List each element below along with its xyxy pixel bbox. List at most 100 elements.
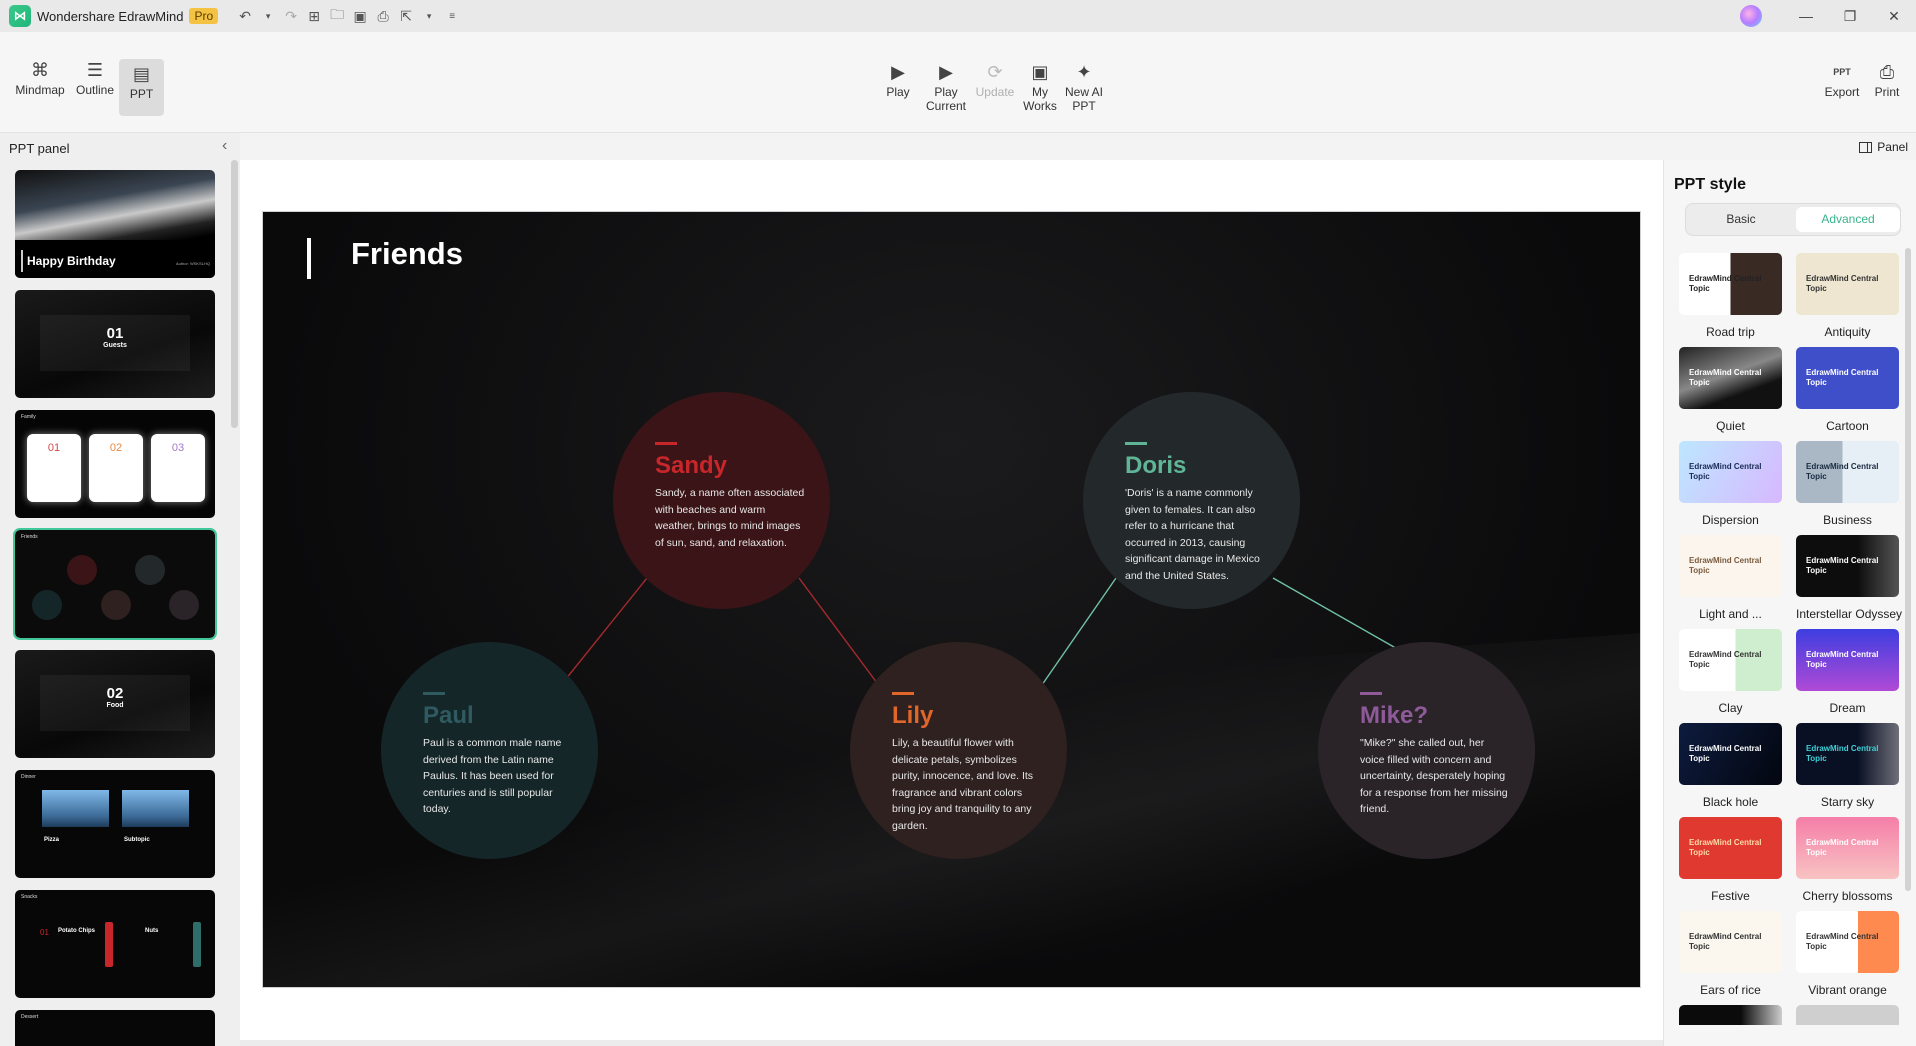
ppt-panel-scrollbar[interactable]: [231, 160, 238, 428]
outline-view-button[interactable]: ☰ Outline: [72, 59, 118, 97]
style-card[interactable]: EdrawMind Central Topic Cartoon: [1796, 347, 1899, 433]
node-name: Lily: [892, 702, 934, 729]
undo-dropdown-icon[interactable]: ▾: [261, 11, 275, 22]
new-ai-ppt-icon: ✦: [1076, 62, 1092, 82]
slide-thumbnail-selected[interactable]: Friends: [13, 528, 217, 640]
restore-button[interactable]: ❐: [1828, 0, 1872, 32]
style-label: Interstellar Odyssey: [1796, 607, 1903, 621]
play-icon: ▶: [891, 62, 905, 82]
mindmap-view-button[interactable]: ⌘ Mindmap: [12, 59, 68, 97]
style-card[interactable]: EdrawMind Central Topic Dream: [1796, 629, 1899, 715]
node-description: "Mike?" she called out, her voice filled…: [1360, 737, 1508, 815]
style-card[interactable]: EdrawMind Central Topic Clay: [1679, 629, 1782, 715]
outline-icon: ☰: [86, 60, 104, 80]
pro-badge[interactable]: Pro: [189, 8, 219, 24]
print-label: Print: [1874, 85, 1900, 99]
style-card[interactable]: EdrawMind Central Topic Festive: [1679, 817, 1782, 903]
update-button[interactable]: ⟳ Update: [972, 61, 1018, 99]
print-icon[interactable]: ⎙: [376, 8, 390, 25]
update-icon: ⟳: [987, 62, 1003, 82]
thumb-title: Dinner: [21, 774, 36, 780]
style-card[interactable]: EdrawMind Central Topic Business: [1796, 441, 1899, 527]
slide-thumbnail[interactable]: 02 Food: [15, 650, 215, 758]
slide-thumbnail[interactable]: Family 01 02 03: [15, 410, 215, 518]
style-card[interactable]: EdrawMind Central Topic Black hole: [1679, 723, 1782, 809]
slide-thumbnail[interactable]: Happy Birthday Author: WSKSLHQ: [15, 170, 215, 278]
style-thumbnail: EdrawMind Central Topic: [1796, 911, 1899, 973]
node-doris[interactable]: Doris 'Doris' is a name commonly given t…: [1083, 392, 1300, 609]
style-thumbnail: EdrawMind Central Topic: [1679, 911, 1782, 973]
style-card[interactable]: EdrawMind Central Topic Ears of rice: [1679, 911, 1782, 997]
style-card[interactable]: EdrawMind Central Topic Quiet: [1679, 347, 1782, 433]
ppt-label: PPT: [129, 87, 154, 101]
thumb-item: Subtopic: [124, 837, 150, 843]
slide-thumbnail[interactable]: 01 Guests: [15, 290, 215, 398]
style-card[interactable]: EdrawMind Central Topic Vibrant orange: [1796, 911, 1899, 997]
style-card[interactable]: EdrawMind Central Topic Starry sky: [1796, 723, 1899, 809]
panel-toggle-button[interactable]: Panel: [1859, 140, 1908, 154]
slide-thumbnail[interactable]: Dessert: [15, 1010, 215, 1046]
play-button[interactable]: ▶ Play: [880, 61, 916, 99]
tab-advanced[interactable]: Advanced: [1796, 207, 1900, 232]
export-dropdown-icon[interactable]: ▾: [422, 11, 436, 22]
my-works-button[interactable]: ▣ My Works: [1020, 61, 1060, 113]
thumb-number: 01: [106, 325, 124, 342]
play-current-label: Play Current: [925, 85, 966, 113]
new-ai-ppt-button[interactable]: ✦ New AI PPT: [1062, 61, 1106, 113]
mindmap-label: Mindmap: [15, 83, 65, 97]
ppt-style-panel: PPT style Basic Advanced EdrawMind Centr…: [1663, 160, 1916, 1046]
user-avatar[interactable]: [1740, 5, 1762, 27]
node-lily[interactable]: Lily Lily, a beautiful flower with delic…: [850, 642, 1067, 859]
node-name: Mike?: [1360, 702, 1429, 729]
export-button[interactable]: PPT Export: [1822, 61, 1862, 99]
thumb-item: Nuts: [145, 928, 159, 934]
node-paul[interactable]: Paul Paul is a common male name derived …: [381, 642, 598, 859]
title-accent-bar: [307, 238, 311, 279]
style-card[interactable]: [1796, 1005, 1899, 1025]
tab-basic[interactable]: Basic: [1689, 207, 1793, 232]
style-list-scrollbar[interactable]: [1905, 248, 1911, 891]
slide-canvas: Friends Sandy Sandy, a name often associ…: [240, 160, 1663, 1040]
play-label: Play: [886, 85, 910, 99]
node-description: 'Doris' is a name commonly given to fema…: [1125, 487, 1260, 582]
style-card[interactable]: [1679, 1005, 1782, 1025]
save-icon[interactable]: ▣: [353, 8, 367, 25]
collapse-panel-icon[interactable]: ‹: [222, 137, 227, 155]
node-name: Paul: [423, 702, 474, 729]
current-slide[interactable]: Friends Sandy Sandy, a name often associ…: [262, 211, 1641, 988]
app-logo-icon: ⋈: [9, 5, 31, 27]
style-label: Clay: [1718, 701, 1743, 715]
open-folder-icon[interactable]: 🗀: [330, 4, 344, 28]
thumb-card: 03: [151, 434, 205, 502]
style-card[interactable]: EdrawMind Central Topic Road trip: [1679, 253, 1782, 339]
redo-icon[interactable]: ↷: [284, 8, 298, 25]
node-description: Sandy, a name often associated with beac…: [655, 487, 805, 549]
horizontal-scrollbar[interactable]: [240, 1040, 1663, 1046]
style-card[interactable]: EdrawMind Central Topic Dispersion: [1679, 441, 1782, 527]
customize-icon[interactable]: ≡: [445, 11, 459, 22]
export-icon[interactable]: ⇱: [399, 8, 413, 25]
mindmap-icon: ⌘: [31, 60, 49, 80]
undo-icon[interactable]: ↶: [238, 8, 252, 25]
ppt-view-button[interactable]: ▤ PPT: [119, 59, 164, 116]
slide-thumbnail[interactable]: Snacks 01 Potato Chips Nuts: [15, 890, 215, 998]
style-card[interactable]: EdrawMind Central Topic Light and ...: [1679, 535, 1782, 621]
node-sandy[interactable]: Sandy Sandy, a name often associated wit…: [613, 392, 830, 609]
style-card[interactable]: EdrawMind Central Topic Cherry blossoms: [1796, 817, 1899, 903]
close-button[interactable]: ✕: [1872, 0, 1916, 32]
style-label: Dream: [1829, 701, 1866, 715]
node-mike[interactable]: Mike? "Mike?" she called out, her voice …: [1318, 642, 1535, 859]
minimize-button[interactable]: —: [1784, 0, 1828, 32]
update-label: Update: [975, 85, 1015, 99]
slide-thumbnail[interactable]: Dinner Pizza Subtopic: [15, 770, 215, 878]
node-name: Sandy: [655, 452, 728, 479]
print-icon: ⎙: [1879, 62, 1895, 82]
style-card[interactable]: EdrawMind Central Topic Antiquity: [1796, 253, 1899, 339]
style-label: Black hole: [1702, 795, 1759, 809]
style-card[interactable]: EdrawMind Central Topic Interstellar Odys…: [1796, 535, 1903, 621]
new-ai-ppt-label: New AI PPT: [1064, 85, 1103, 113]
new-file-icon[interactable]: ⊞: [307, 8, 321, 25]
slide-title[interactable]: Friends: [351, 236, 463, 272]
play-current-button[interactable]: ▶ Play Current: [922, 61, 970, 113]
print-button[interactable]: ⎙ Print: [1868, 61, 1906, 99]
